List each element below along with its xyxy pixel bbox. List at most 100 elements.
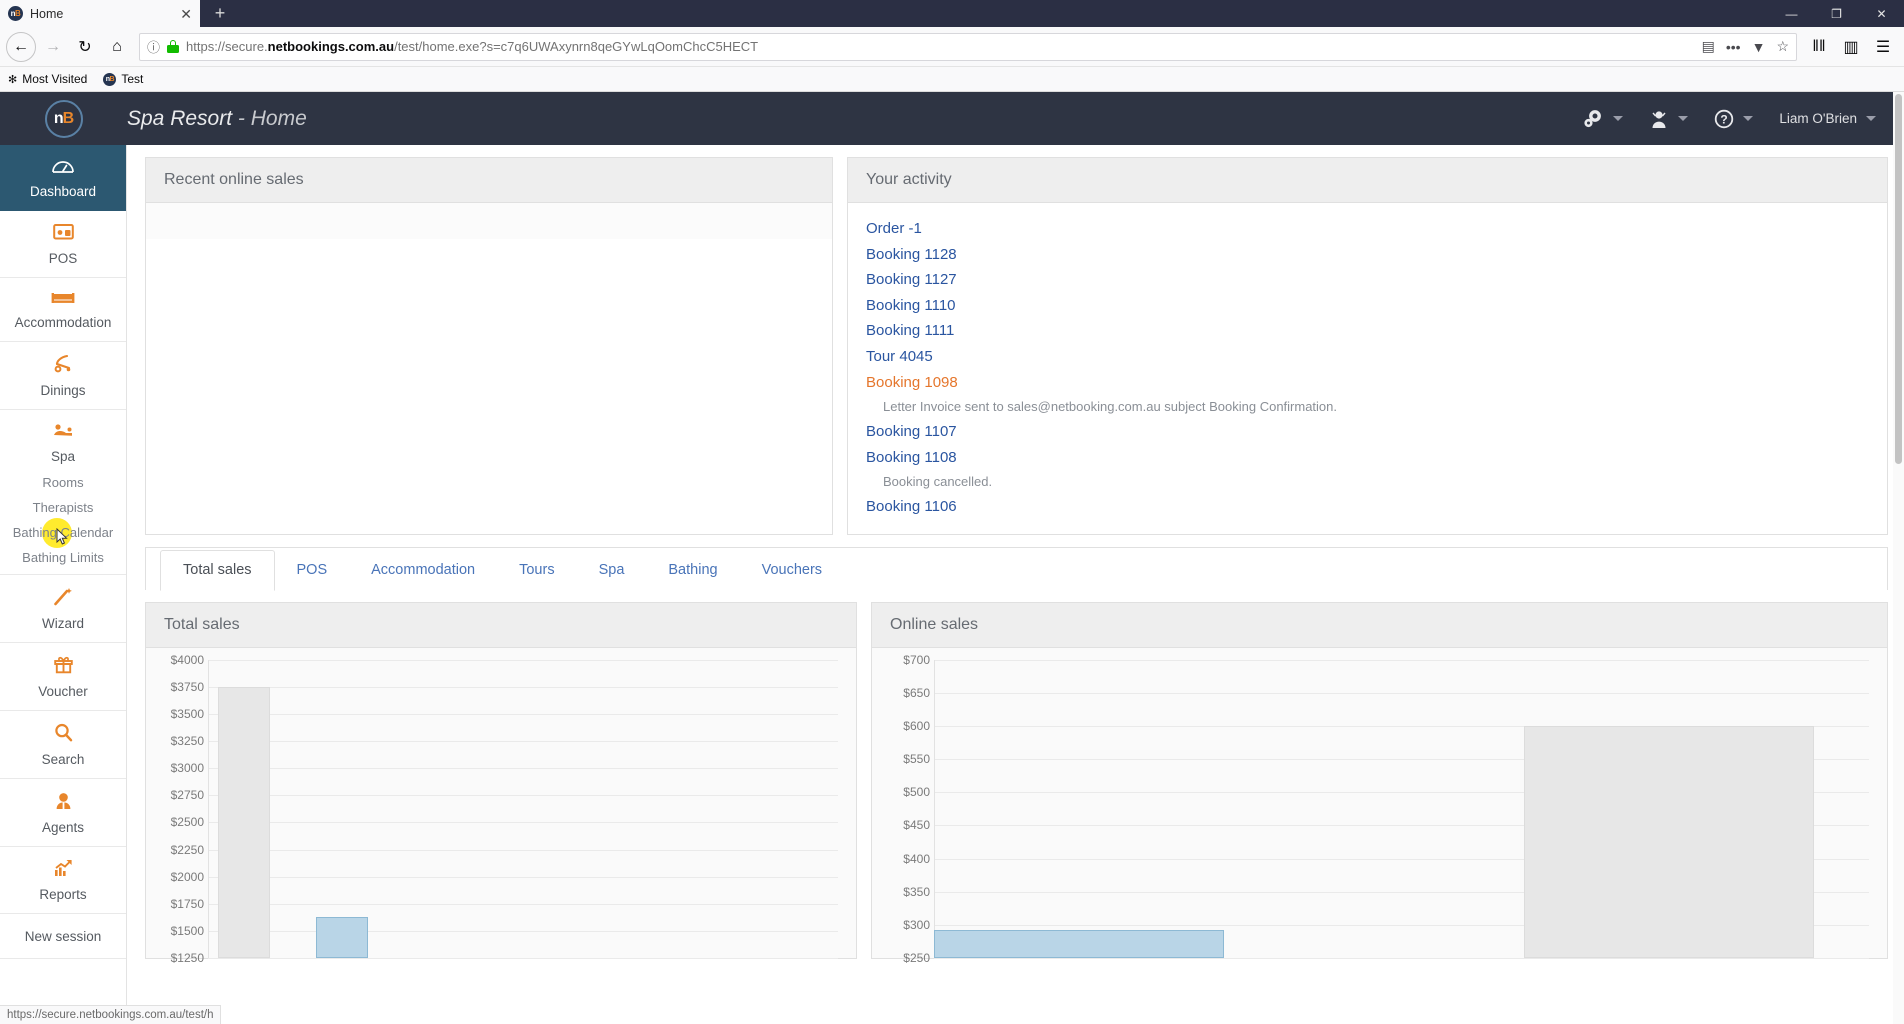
sidebar-item-voucher[interactable]: Voucher: [0, 643, 126, 711]
forward-icon[interactable]: →: [38, 32, 68, 62]
new-tab-button[interactable]: +: [200, 0, 240, 27]
url-input[interactable]: https://secure.netbookings.com.au/test/h…: [186, 39, 1695, 54]
sidebar-item-spa[interactable]: Spa: [0, 410, 126, 470]
library-icon[interactable]: ‖‖: [1804, 32, 1834, 62]
bookmark-label: Most Visited: [22, 72, 88, 86]
sidebar-item-reports[interactable]: Reports: [0, 847, 126, 914]
reload-icon[interactable]: ↻: [70, 32, 100, 62]
padlock-icon: [167, 40, 180, 53]
activity-link[interactable]: Booking 1111: [866, 318, 1869, 344]
sidebar-item-rooms[interactable]: Rooms: [0, 470, 126, 495]
activity-link[interactable]: Order -1: [866, 216, 1869, 242]
y-axis-tick-label: $300: [903, 917, 930, 932]
activity-link[interactable]: Booking 1107: [866, 419, 1869, 445]
chart-bar[interactable]: [934, 930, 1224, 958]
page-info-icon[interactable]: ⓘ: [147, 37, 160, 56]
sidebar-item-label: Accommodation: [14, 315, 112, 330]
sidebar-item-bathing-calendar[interactable]: Bathing Calendar: [0, 518, 126, 548]
tab-total-sales[interactable]: Total sales: [160, 549, 275, 591]
tab-spa[interactable]: Spa: [577, 551, 647, 590]
browser-navbar: ← → ↻ ⌂ ⓘ https://secure.netbookings.com…: [0, 27, 1904, 67]
tab-pos[interactable]: POS: [275, 551, 350, 590]
charts-row: Total sales $4000 $3750 $3500 $3250 $3000 $27…: [145, 601, 1888, 965]
maximize-icon[interactable]: ❐: [1814, 0, 1859, 27]
sidebar-nav: Dashboard POS Accommodation Dinings Spa …: [0, 145, 127, 1024]
pocket-icon[interactable]: ▼: [1752, 39, 1766, 55]
close-icon[interactable]: ✕: [180, 7, 192, 21]
hamburger-menu-icon[interactable]: ☰: [1868, 32, 1898, 62]
page-scrollbar[interactable]: [1893, 92, 1904, 1024]
activity-link[interactable]: Booking 1106: [866, 494, 1869, 520]
minimize-icon[interactable]: —: [1769, 0, 1814, 27]
bookmark-most-visited[interactable]: ✻ Most Visited: [8, 72, 87, 86]
y-axis-line: [208, 659, 209, 958]
browser-tab[interactable]: nB Home ✕: [0, 0, 200, 27]
dining-icon: [53, 354, 73, 377]
settings-menu[interactable]: [1582, 109, 1624, 129]
user-menu[interactable]: [1649, 109, 1689, 129]
y-axis-tick-label: $1250: [170, 950, 204, 965]
chart-bar[interactable]: [1524, 726, 1814, 958]
page-title: Spa Resort - Home: [127, 107, 307, 131]
total-sales-chart-card: Total sales $4000 $3750 $3500 $3250 $3000 $27…: [145, 601, 857, 965]
bookmark-star-icon[interactable]: ☆: [1776, 38, 1789, 55]
sidebar-icon[interactable]: ▥: [1836, 32, 1866, 62]
tab-bathing[interactable]: Bathing: [646, 551, 739, 590]
chevron-down-icon: [1678, 116, 1689, 121]
sidebar-item-dinings[interactable]: Dinings: [0, 342, 126, 410]
chart-gridline: [934, 693, 1869, 695]
bed-icon: [51, 290, 75, 309]
titlebar-filler: [240, 0, 1904, 27]
sidebar-item-label: Reports: [39, 887, 87, 902]
page-actions-icon[interactable]: •••: [1726, 39, 1741, 55]
tab-tours[interactable]: Tours: [497, 551, 576, 590]
gift-icon: [53, 655, 73, 678]
sidebar-item-search[interactable]: Search: [0, 711, 126, 779]
gears-icon: [1584, 109, 1602, 127]
help-menu[interactable]: ?: [1714, 109, 1754, 129]
sidebar-item-new-session[interactable]: New session: [0, 914, 126, 959]
chart-gridline: [208, 659, 838, 661]
account-menu[interactable]: Liam O'Brien: [1779, 111, 1876, 126]
activity-link[interactable]: Booking 1128: [866, 242, 1869, 268]
sidebar-item-wizard[interactable]: Wizard: [0, 575, 126, 643]
tab-accommodation[interactable]: Accommodation: [349, 551, 497, 590]
chevron-down-icon: [1866, 116, 1876, 121]
app-logo[interactable]: nB: [0, 99, 127, 138]
y-axis-tick-label: $450: [903, 818, 930, 833]
activity-link-warning[interactable]: Booking 1098: [866, 370, 1869, 396]
sidebar-item-label: Spa: [50, 449, 76, 464]
bookmark-test[interactable]: nB Test: [103, 72, 143, 86]
chart-gridline: [208, 849, 838, 851]
sidebar-item-label: POS: [48, 251, 78, 266]
activity-note: Booking cancelled.: [883, 474, 993, 490]
chart-title: Total sales: [146, 602, 856, 648]
y-axis-tick-label: $700: [903, 652, 930, 667]
sidebar-item-accommodation[interactable]: Accommodation: [0, 278, 126, 342]
y-axis-tick-label: $500: [903, 785, 930, 800]
sidebar-item-dashboard[interactable]: Dashboard: [0, 145, 126, 211]
activity-link[interactable]: Tour 4045: [866, 344, 1869, 370]
reader-view-icon[interactable]: ▤: [1702, 38, 1715, 55]
activity-link[interactable]: Booking 1108: [866, 445, 1869, 471]
wand-icon: [53, 587, 73, 610]
nb-icon: nB: [8, 6, 23, 21]
scrollbar-thumb[interactable]: [1895, 94, 1902, 464]
chart-gridline: [934, 659, 1869, 661]
sidebar-item-bathing-limits[interactable]: Bathing Limits: [0, 545, 126, 575]
browser-titlebar: nB Home ✕ + — ❐ ✕: [0, 0, 1904, 27]
activity-link[interactable]: Booking 1110: [866, 293, 1869, 319]
sidebar-item-pos[interactable]: POS: [0, 211, 126, 278]
chart-bar[interactable]: [316, 917, 368, 958]
chart-gridline: [208, 876, 838, 878]
activity-link[interactable]: Booking 1127: [866, 267, 1869, 293]
sidebar-item-agents[interactable]: Agents: [0, 779, 126, 847]
home-icon[interactable]: ⌂: [102, 32, 132, 62]
sidebar-item-therapists[interactable]: Therapists: [0, 495, 126, 520]
your-activity-panel: Your activity Order -1 Booking 1128 Book…: [847, 157, 1888, 535]
url-bar[interactable]: ⓘ https://secure.netbookings.com.au/test…: [139, 32, 1797, 61]
window-close-icon[interactable]: ✕: [1859, 0, 1904, 27]
back-icon[interactable]: ←: [6, 31, 36, 62]
tab-vouchers[interactable]: Vouchers: [740, 551, 844, 590]
chart-bar[interactable]: [218, 687, 270, 958]
